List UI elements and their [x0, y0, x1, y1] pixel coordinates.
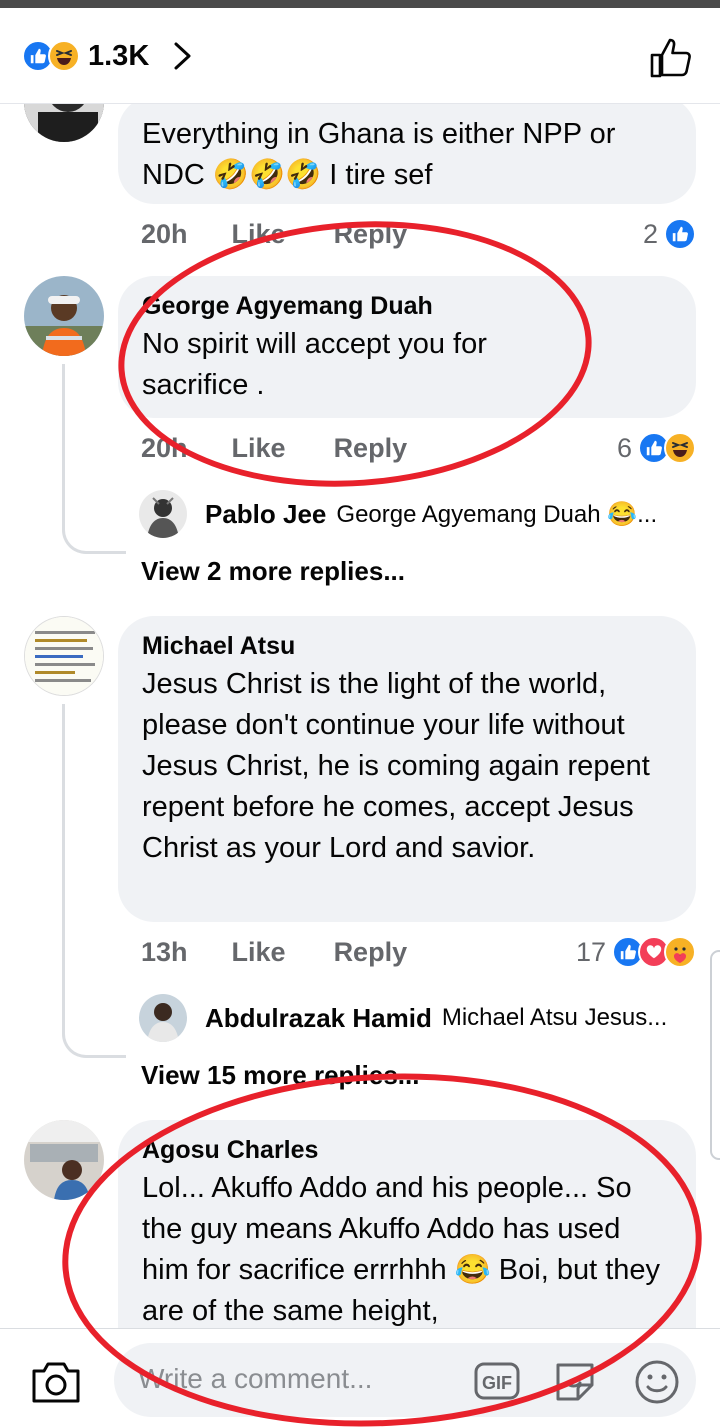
reply-link[interactable]: Reply: [334, 219, 408, 250]
haha-icon: [48, 40, 80, 72]
care-icon: [664, 936, 696, 968]
reply-text: George Agyemang Duah 😂...: [336, 500, 658, 528]
comment-bubble[interactable]: Michael Atsu Jesus Christ is the light o…: [118, 616, 696, 922]
like-link[interactable]: Like: [232, 219, 286, 250]
like-icon: [664, 218, 696, 250]
gif-icon[interactable]: GIF: [474, 1362, 520, 1400]
comment-reactions[interactable]: 6: [617, 430, 696, 466]
reaction-count: 6: [616, 432, 632, 463]
camera-icon[interactable]: [30, 1359, 82, 1405]
sticker-icon[interactable]: [552, 1359, 598, 1405]
reply-text: Michael Atsu Jesus...: [441, 1004, 668, 1031]
avatar[interactable]: [139, 994, 187, 1042]
comment-text: Lol... Akuffo Addo and his people... So …: [142, 1172, 661, 1327]
avatar[interactable]: [24, 276, 104, 356]
reply-author[interactable]: Pablo Jee: [205, 499, 326, 530]
comment-text: No spirit will accept you for sacrifice …: [142, 328, 487, 401]
reply-preview[interactable]: Abdulrazak Hamid Michael Atsu Jesus...: [139, 994, 699, 1042]
reactions-summary[interactable]: 1.3K: [22, 36, 195, 76]
comment-text: Jesus Christ is the light of the world, …: [142, 668, 650, 864]
comment-reactions[interactable]: 2: [643, 216, 696, 252]
chevron-right-icon[interactable]: [171, 41, 195, 71]
comment-actions: 20h Like Reply: [141, 430, 407, 466]
comment-author[interactable]: George Agyemang Duah: [142, 288, 672, 324]
reaction-count[interactable]: 1.3K: [88, 40, 149, 73]
comment-actions: 20h Like Reply: [141, 216, 407, 252]
reaction-count: 17: [575, 936, 606, 967]
status-bar-strip: [0, 0, 720, 8]
comment-composer: Write a comment... GIF: [0, 1328, 720, 1428]
reply-link[interactable]: Reply: [334, 433, 408, 464]
thread-line: [62, 704, 65, 1032]
comment-input[interactable]: Write a comment...: [114, 1343, 696, 1417]
comment-time[interactable]: 20h: [141, 433, 188, 464]
reaction-count: 2: [642, 218, 658, 249]
thumbs-up-icon[interactable]: [648, 36, 692, 80]
comment-actions: 13h Like Reply: [141, 934, 407, 970]
avatar[interactable]: [139, 490, 187, 538]
thread-line: [62, 364, 65, 528]
comment-author[interactable]: Agosu Charles: [142, 1132, 672, 1168]
comment-reactions[interactable]: 17: [576, 934, 696, 970]
comment-author[interactable]: Michael Atsu: [142, 628, 672, 664]
comment-bubble[interactable]: Everything in Ghana is either NPP or NDC…: [118, 104, 696, 204]
thread-connector: [62, 528, 126, 554]
avatar[interactable]: [24, 1120, 104, 1200]
like-link[interactable]: Like: [232, 937, 286, 968]
thread-connector: [62, 1032, 126, 1058]
comments-feed[interactable]: Everything in Ghana is either NPP or NDC…: [0, 104, 720, 1328]
comment-time[interactable]: 13h: [141, 937, 188, 968]
avatar[interactable]: [24, 104, 104, 142]
comment-bubble[interactable]: Agosu Charles Lol... Akuffo Addo and his…: [118, 1120, 696, 1328]
comment-placeholder: Write a comment...: [138, 1363, 373, 1394]
gif-label: GIF: [482, 1373, 512, 1393]
like-link[interactable]: Like: [232, 433, 286, 464]
view-more-replies-link[interactable]: View 2 more replies...: [141, 556, 405, 587]
emoji-icon[interactable]: [634, 1359, 680, 1405]
comment-text: Everything in Ghana is either NPP or NDC…: [142, 118, 616, 191]
avatar[interactable]: [24, 616, 104, 696]
reply-preview[interactable]: Pablo Jee George Agyemang Duah 😂...: [139, 490, 699, 538]
haha-icon: [664, 432, 696, 464]
reply-author[interactable]: Abdulrazak Hamid: [205, 1003, 432, 1034]
comment-time[interactable]: 20h: [141, 219, 188, 250]
view-more-replies-link[interactable]: View 15 more replies...: [141, 1060, 419, 1091]
comment-bubble[interactable]: George Agyemang Duah No spirit will acce…: [118, 276, 696, 418]
scroll-handle[interactable]: [710, 950, 720, 1160]
reply-link[interactable]: Reply: [334, 937, 408, 968]
reactions-header: 1.3K: [0, 8, 720, 104]
